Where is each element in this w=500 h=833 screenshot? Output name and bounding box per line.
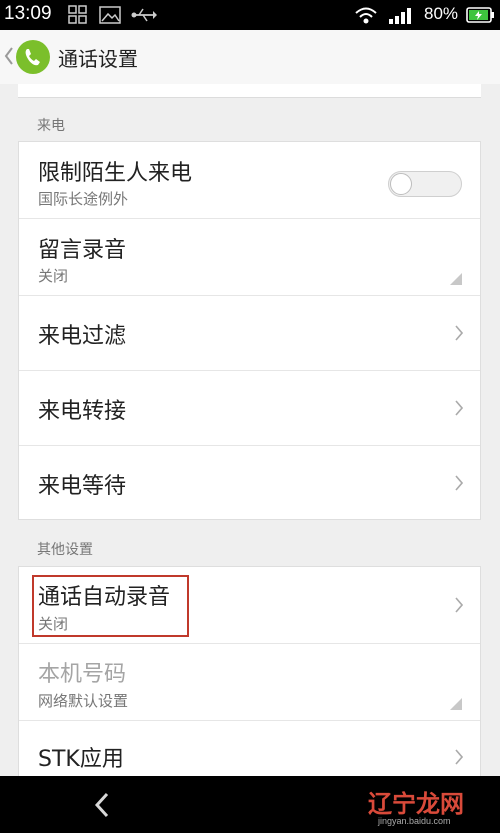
row-label: 本机号码 [38,662,127,687]
section-header-incoming: 来电 [37,118,65,134]
chevron-right-icon [455,475,463,491]
phone-icon [25,49,40,66]
chevron-right-icon [455,749,463,765]
row-my-phone-number[interactable]: 本机号码 网络默认设置 [19,644,480,721]
row-call-forwarding[interactable]: 来电转接 [19,371,480,446]
row-sublabel: 国际长途例外 [38,190,129,208]
block-unknown-toggle[interactable] [388,171,462,197]
row-block-unknown-callers[interactable]: 限制陌生人来电 国际长途例外 [19,142,480,219]
usb-icon [131,8,157,22]
row-label: 限制陌生人来电 [38,161,193,186]
toggle-knob [390,173,412,195]
row-sublabel: 网络默认设置 [38,692,129,710]
status-bar: 13:09 80% [0,0,500,30]
row-label: 来电过滤 [38,324,127,349]
grid-icon [68,5,87,24]
status-time: 13:09 [4,3,52,24]
row-call-waiting[interactable]: 来电等待 [19,446,480,519]
battery-percent: 80% [424,4,459,23]
battery-icon [466,7,494,23]
row-stk-app[interactable]: STK应用 [19,721,480,776]
settings-content[interactable]: 来电 限制陌生人来电 国际长途例外 留言录音 关闭 来电过滤 来电转接 来电等待… [0,84,500,776]
row-label: STK应用 [38,747,124,772]
row-call-filter[interactable]: 来电过滤 [19,296,480,371]
image-icon [99,6,121,24]
previous-card-edge [18,84,481,98]
watermark-subtext: jingyan.baidu.com [378,816,451,826]
row-label: 留言录音 [38,238,127,263]
back-chevron-icon[interactable] [4,46,14,66]
chevron-right-icon [455,325,463,341]
watermark: 辽宁龙网 jingyan.baidu.com [368,784,500,832]
nav-back-icon[interactable] [92,792,112,818]
incoming-settings-card: 限制陌生人来电 国际长途例外 留言录音 关闭 来电过滤 来电转接 来电等待 [18,141,481,520]
row-sublabel: 关闭 [38,267,69,285]
row-label: 来电等待 [38,474,127,499]
section-header-other: 其他设置 [37,542,93,558]
signal-icon [389,8,411,24]
phone-app-icon[interactable] [16,40,50,74]
row-voicemail-recording[interactable]: 留言录音 关闭 [19,219,480,296]
chevron-right-icon [455,597,463,613]
page-title: 通话设置 [58,47,138,71]
dropdown-corner-icon [450,698,462,710]
wifi-icon [355,7,377,24]
dropdown-corner-icon [450,273,462,285]
row-label: 来电转接 [38,399,127,424]
highlight-annotation-box [32,575,189,637]
watermark-text: 辽宁龙网 [368,790,464,818]
chevron-right-icon [455,400,463,416]
action-bar: 通话设置 [0,30,500,84]
